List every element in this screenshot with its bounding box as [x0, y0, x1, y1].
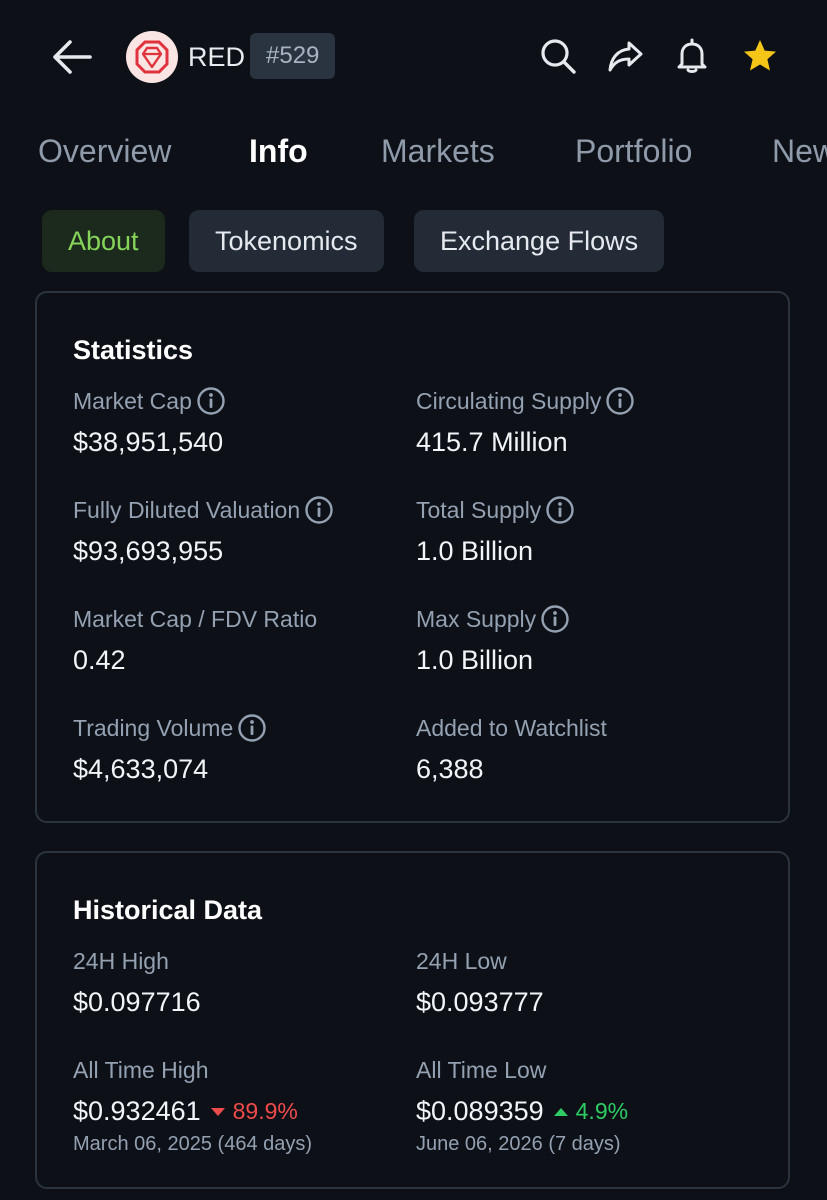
stat-24h-low: 24H Low $0.093777	[416, 945, 746, 1018]
stat-total-supply: Total Supply 1.0 Billion	[416, 494, 746, 567]
stat-label: Added to Watchlist	[416, 714, 607, 741]
stat-label: Total Supply	[416, 496, 542, 523]
stat-market-cap: Market Cap $38,951,540	[73, 385, 403, 458]
stat-value: 1.0 Billion	[416, 645, 534, 675]
stat-value: 1.0 Billion	[416, 536, 534, 566]
ath-change-value: 89.9%	[232, 1098, 298, 1124]
tab-markets[interactable]: Markets	[381, 128, 495, 174]
stat-label: Max Supply	[416, 605, 537, 632]
chip-about[interactable]: About	[42, 210, 165, 272]
stat-max-supply: Max Supply 1.0 Billion	[416, 603, 746, 676]
info-icon[interactable]	[545, 495, 575, 525]
ath-change: 89.9%	[209, 1098, 298, 1125]
stat-trading-volume: Trading Volume $4,633,074	[73, 712, 403, 785]
statistics-card: Statistics Market Cap $38,951,540 Circul…	[35, 291, 790, 823]
stat-label: Fully Diluted Valuation	[73, 496, 301, 523]
info-icon[interactable]	[304, 495, 334, 525]
red-gem-icon	[135, 40, 169, 74]
chip-exchange-flows[interactable]: Exchange Flows	[414, 210, 665, 272]
stat-value: 6,388	[416, 754, 484, 784]
stat-circulating-supply: Circulating Supply 415.7 Million	[416, 385, 746, 458]
stat-value: $4,633,074	[73, 754, 209, 784]
stat-fdv: Fully Diluted Valuation $93,693,955	[73, 494, 403, 567]
rank-badge: #529	[250, 33, 336, 79]
ath-date: March 06, 2025 (464 days)	[73, 1133, 313, 1155]
statistics-title: Statistics	[73, 335, 194, 365]
info-icon[interactable]	[237, 713, 267, 743]
stat-value: $38,951,540	[73, 427, 224, 457]
stat-label: Trading Volume	[73, 714, 234, 741]
sub-tabs: About Tokenomics Exchange Flows	[0, 210, 827, 274]
stat-added-to-watchlist: Added to Watchlist 6,388	[416, 712, 746, 785]
stat-all-time-low: All Time Low $0.089359 4.9% June 06, 202…	[416, 1054, 756, 1156]
info-icon[interactable]	[540, 604, 570, 634]
caret-down-icon	[210, 1107, 225, 1116]
stat-value: $0.093777	[416, 987, 544, 1017]
caret-up-icon	[553, 1107, 568, 1116]
info-icon[interactable]	[196, 386, 226, 416]
tab-portfolio[interactable]: Portfolio	[575, 128, 692, 174]
coin-name: RED	[188, 42, 246, 72]
stat-all-time-high: All Time High $0.932461 89.9% March 06, …	[73, 1054, 413, 1156]
stat-24h-high: 24H High $0.097716	[73, 945, 403, 1018]
chip-tokenomics[interactable]: Tokenomics	[189, 210, 384, 272]
stat-label: All Time High	[73, 1056, 209, 1083]
star-icon[interactable]	[740, 36, 780, 76]
historical-data-card: Historical Data 24H High $0.097716 24H L…	[35, 851, 790, 1189]
stat-mcap-fdv-ratio: Market Cap / FDV Ratio 0.42	[73, 603, 403, 676]
share-icon[interactable]	[605, 36, 645, 76]
stat-label: All Time Low	[416, 1056, 547, 1083]
atl-change-value: 4.9%	[575, 1098, 629, 1124]
bell-icon[interactable]	[672, 36, 712, 76]
info-icon[interactable]	[605, 386, 635, 416]
main-tabs: Overview Info Markets Portfolio News	[0, 128, 827, 178]
stat-value: $93,693,955	[73, 536, 224, 566]
stat-value: $0.089359	[416, 1096, 544, 1126]
stat-value: $0.097716	[73, 987, 201, 1017]
stat-label: 24H Low	[416, 947, 507, 974]
stat-label: Circulating Supply	[416, 387, 602, 414]
tab-news[interactable]: News	[772, 128, 827, 174]
atl-change: 4.9%	[552, 1098, 628, 1125]
coin-logo	[126, 31, 178, 83]
back-arrow-icon[interactable]	[50, 36, 94, 78]
stat-value: $0.932461	[73, 1096, 201, 1126]
stat-value: 0.42	[73, 645, 126, 675]
tab-overview[interactable]: Overview	[38, 128, 171, 174]
atl-date: June 06, 2026 (7 days)	[416, 1133, 621, 1155]
tab-info[interactable]: Info	[249, 128, 308, 174]
search-icon[interactable]	[538, 36, 578, 76]
historical-title: Historical Data	[73, 895, 263, 925]
stat-value: 415.7 Million	[416, 427, 568, 457]
stat-label: Market Cap / FDV Ratio	[73, 605, 318, 632]
top-bar: RED #529	[0, 0, 827, 115]
stat-label: Market Cap	[73, 387, 192, 414]
stat-label: 24H High	[73, 947, 169, 974]
